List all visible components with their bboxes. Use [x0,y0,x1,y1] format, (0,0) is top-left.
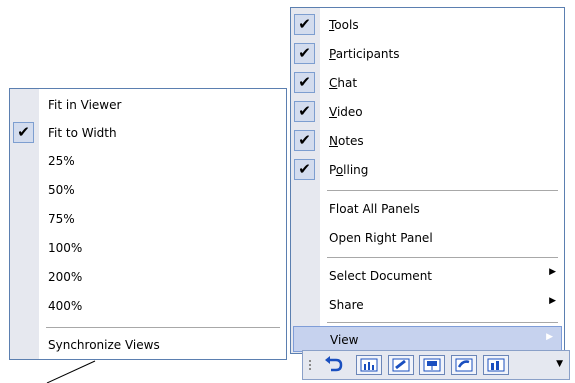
bar-chart-icon [487,358,505,372]
menu-separator [327,190,558,191]
menu-item-label: Participants [329,47,400,61]
checkmark-icon: ✔ [294,43,315,64]
menu-item-label: Chat [329,76,358,90]
menu-item-open-right-panel[interactable]: Open Right Panel [291,224,564,252]
menu-item-chat[interactable]: ✔ Chat [291,69,564,97]
menu-item-label: Tools [329,18,359,32]
submenu-arrow-icon: ▶ [546,332,553,342]
menu-item-label: View [330,333,359,347]
menu-separator [327,257,558,258]
panel-toolbar: ▼ [302,350,570,380]
menu-item-label: Polling [329,163,369,177]
submenu-arrow-icon: ▶ [549,296,556,306]
menu-item-participants[interactable]: ✔ Participants [291,40,564,68]
menu-item-label: Video [329,105,363,119]
submenu-arrow-icon: ▶ [549,267,556,277]
toolbar-grip-icon[interactable] [309,360,314,370]
whiteboard-icon [392,358,410,372]
chart-button[interactable] [356,355,382,375]
whiteboard-button[interactable] [388,355,414,375]
annotate-icon [455,358,473,372]
menu-item-label: Float All Panels [329,202,420,216]
menu-item-label: Share [329,298,364,312]
menu-item-notes[interactable]: ✔ Notes [291,127,564,155]
presentation-button[interactable] [419,355,445,375]
menu-item-video[interactable]: ✔ Video [291,98,564,126]
checkmark-icon: ✔ [294,130,315,151]
annotate-button[interactable] [451,355,477,375]
menu-item-view[interactable]: View ▶ [293,326,562,352]
checkmark-icon: ✔ [294,159,315,180]
menu-item-label: Open Right Panel [329,231,433,245]
undo-icon[interactable] [323,355,345,375]
menu-item-label: Select Document [329,269,433,283]
menu-item-float-all-panels[interactable]: Float All Panels [291,195,564,223]
bar-chart-button[interactable] [483,355,509,375]
checkmark-icon: ✔ [294,101,315,122]
chevron-down-icon[interactable]: ▼ [556,359,563,369]
menu-separator [327,322,558,323]
menu-item-share[interactable]: Share ▶ [291,291,564,319]
checkmark-icon: ✔ [294,14,315,35]
menu-item-label: Notes [329,134,364,148]
menu-item-tools[interactable]: ✔ Tools [291,11,564,39]
presentation-icon [423,358,441,372]
panels-menu: ✔ Tools ✔ Participants ✔ Chat ✔ Video ✔ … [290,7,565,354]
menu-item-polling[interactable]: ✔ Polling [291,156,564,184]
menu-item-select-document[interactable]: Select Document ▶ [291,262,564,290]
checkmark-icon: ✔ [294,72,315,93]
chart-icon [360,358,378,372]
